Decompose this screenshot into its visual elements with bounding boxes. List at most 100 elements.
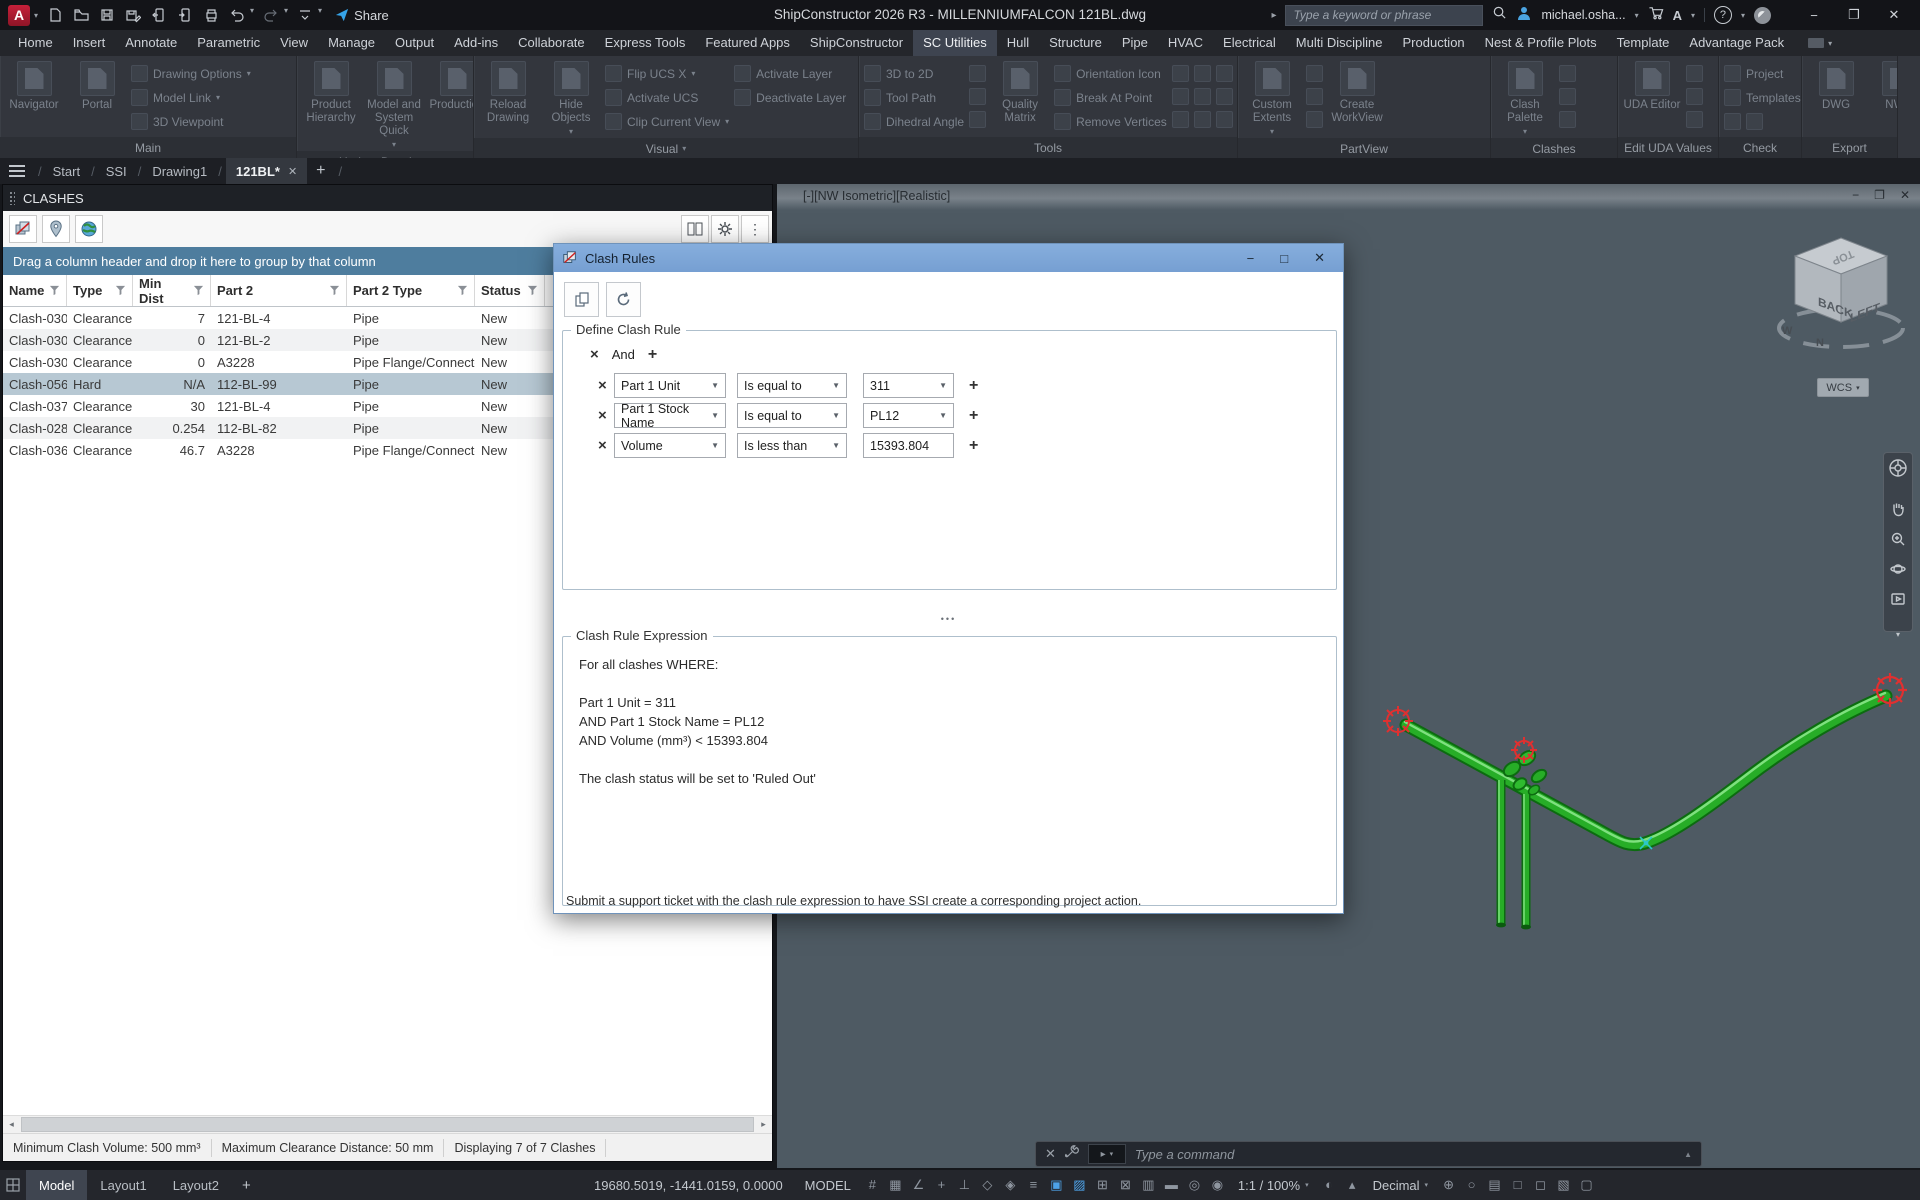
annotation-monitor-icon[interactable]: ○: [1460, 1177, 1483, 1193]
dialog-maximize-button[interactable]: □: [1280, 251, 1288, 266]
ribbon-tab-view[interactable]: View: [270, 30, 318, 56]
scroll-right-icon[interactable]: ▸: [755, 1116, 772, 1133]
autodesk-account-icon[interactable]: A: [1673, 8, 1682, 23]
ribbon-tab-annotate[interactable]: Annotate: [115, 30, 187, 56]
column-header-min-dist[interactable]: Min Dist: [133, 275, 211, 306]
ribbon-button-remove-vertices[interactable]: Remove Vertices: [1054, 111, 1167, 132]
command-close-icon[interactable]: ✕: [1045, 1146, 1056, 1162]
graphics-performance-icon[interactable]: ▧: [1552, 1177, 1575, 1193]
new-layout-button[interactable]: +: [232, 1177, 261, 1194]
annotation-visibility-icon[interactable]: ◐: [1318, 1177, 1341, 1193]
dialog-close-button[interactable]: ✕: [1314, 250, 1325, 266]
ribbon-panel-label-check[interactable]: Check: [1719, 137, 1801, 158]
drawing-tab-start[interactable]: Start: [46, 164, 87, 179]
ribbon-button-drawing-options[interactable]: Drawing Options▾: [131, 63, 251, 84]
quick-properties-icon[interactable]: ▤: [1483, 1177, 1506, 1193]
bring-forward-icon[interactable]: [1194, 88, 1211, 105]
open-file-icon[interactable]: [71, 6, 90, 24]
ribbon-panel-label-main[interactable]: Main: [0, 137, 296, 158]
pan-hand-icon[interactable]: [1890, 501, 1906, 522]
undo-icon[interactable]: [227, 6, 246, 24]
ribbon-button-deactivate-layer[interactable]: Deactivate Layer: [734, 87, 846, 108]
ribbon-button-uda-editor[interactable]: UDA Editor: [1623, 59, 1681, 112]
ribbon-button-break-at-point[interactable]: Break At Point: [1054, 87, 1167, 108]
rule-operator-select[interactable]: Is equal to▼: [737, 373, 847, 398]
redo-caret-icon[interactable]: ▾: [284, 6, 288, 24]
app-menu-caret-icon[interactable]: ▾: [34, 11, 38, 20]
coordinates-readout[interactable]: 19680.5019, -1441.0159, 0.0000: [594, 1178, 795, 1193]
ribbon-tab-hvac[interactable]: HVAC: [1158, 30, 1213, 56]
columns-layout-icon[interactable]: [681, 215, 709, 243]
layout-tab-model[interactable]: Model: [26, 1170, 87, 1200]
close-button[interactable]: ✕: [1874, 0, 1914, 30]
download-transfer-icon[interactable]: [175, 6, 194, 24]
add-rule-button[interactable]: +: [969, 439, 978, 453]
clash-marker-right[interactable]: [1873, 673, 1907, 707]
ribbon-button-clash-palette[interactable]: Clash Palette▾: [1496, 59, 1554, 138]
command-history-scroll-icon[interactable]: ▲: [1684, 1150, 1692, 1159]
send-to-back-icon[interactable]: [1194, 65, 1211, 82]
ribbon-button-3d-viewpoint[interactable]: 3D Viewpoint: [131, 111, 251, 132]
transparency-icon[interactable]: ▥: [1137, 1177, 1160, 1193]
ribbon-button-quality-matrix[interactable]: Quality Matrix: [991, 59, 1049, 125]
recent-commands-dropdown[interactable]: ▸▾: [1088, 1144, 1126, 1164]
ribbon-tab-parametric[interactable]: Parametric: [187, 30, 270, 56]
ribbon-button-nwc[interactable]: NWC: [1870, 59, 1898, 112]
signed-in-user[interactable]: michael.osha...: [1541, 8, 1625, 22]
ribbon-tab-advantage-pack[interactable]: Advantage Pack: [1679, 30, 1794, 56]
ribbon-tab-template[interactable]: Template: [1607, 30, 1680, 56]
ribbon-tab-insert[interactable]: Insert: [63, 30, 116, 56]
ribbon-button-3d-to-2d[interactable]: 3D to 2D: [864, 63, 964, 84]
new-file-icon[interactable]: [45, 6, 64, 24]
dialog-minimize-button[interactable]: −: [1247, 251, 1255, 266]
rule-field-select[interactable]: Part 1 Unit▼: [614, 373, 726, 398]
minimize-button[interactable]: −: [1794, 0, 1834, 30]
ribbon-panel-label-visual[interactable]: Visual▾: [474, 138, 858, 158]
ribbon-tab-featured-apps[interactable]: Featured Apps: [695, 30, 800, 56]
dialog-titlebar[interactable]: Clash Rules − □ ✕: [554, 244, 1343, 272]
ribbon-button-hide-objects[interactable]: Hide Objects▾: [542, 59, 600, 138]
column-header-part-2[interactable]: Part 2: [211, 275, 347, 306]
help-icon[interactable]: ?: [1714, 6, 1732, 24]
save-icon[interactable]: [97, 6, 116, 24]
ortho-mode-icon[interactable]: ⊥: [953, 1177, 976, 1193]
horizontal-scrollbar[interactable]: ◂ ▸: [3, 1115, 772, 1133]
ribbon-tab-electrical[interactable]: Electrical: [1213, 30, 1286, 56]
inspect-zoom-icon[interactable]: [1216, 88, 1233, 105]
dynamic-input-icon[interactable]: +: [930, 1177, 953, 1193]
ribbon-tab-express-tools[interactable]: Express Tools: [595, 30, 696, 56]
user-menu-caret-icon[interactable]: ▾: [1635, 11, 1639, 20]
column-header-type[interactable]: Type: [67, 275, 133, 306]
rule-operator-select[interactable]: Is equal to▼: [737, 403, 847, 428]
layout-quick-icon[interactable]: [0, 1178, 26, 1192]
uda-wrench-icon[interactable]: [1686, 88, 1703, 105]
clashes-panel-titlebar[interactable]: CLASHES: [3, 185, 772, 211]
restore-button[interactable]: ❐: [1834, 0, 1874, 30]
layout-tab-layout2[interactable]: Layout2: [160, 1170, 232, 1200]
ribbon-panel-label-partview[interactable]: PartView: [1238, 138, 1490, 158]
scroll-left-icon[interactable]: ◂: [3, 1116, 20, 1133]
drawing-tab-active[interactable]: 121BL* ✕: [226, 158, 307, 184]
match-props-icon[interactable]: [1194, 111, 1211, 128]
ribbon-tab-shipconstructor[interactable]: ShipConstructor: [800, 30, 913, 56]
grid-icon[interactable]: #: [861, 1177, 884, 1193]
remove-logic-group-button[interactable]: ×: [590, 348, 599, 362]
search-collapse-icon[interactable]: ▸: [1271, 10, 1276, 21]
drawing-tab-ssi[interactable]: SSI: [99, 164, 134, 179]
ribbon-button-activate-ucs[interactable]: Activate UCS: [605, 87, 729, 108]
settings-gear-icon[interactable]: [711, 215, 739, 243]
wcs-dropdown[interactable]: WCS▾: [1817, 378, 1869, 397]
command-input[interactable]: Type a command: [1135, 1147, 1234, 1162]
clash-sphere-icon[interactable]: [1559, 65, 1576, 82]
ribbon-tab-pipe[interactable]: Pipe: [1112, 30, 1158, 56]
command-line[interactable]: ✕ ▸▾ Type a command ▲: [1035, 1141, 1702, 1167]
ribbon-tab-collaborate[interactable]: Collaborate: [508, 30, 595, 56]
ribbon-tab-add-ins[interactable]: Add-ins: [444, 30, 508, 56]
vertex-dots-icon[interactable]: [1172, 111, 1189, 128]
viewcube[interactable]: BACK LEFT TOP W N: [1752, 216, 1920, 376]
uda-tools-icon[interactable]: [1686, 111, 1703, 128]
share-button[interactable]: Share: [335, 8, 389, 23]
new-drawing-tab-button[interactable]: +: [307, 162, 334, 180]
ribbon-button-dwg[interactable]: DWG: [1807, 59, 1865, 112]
frame-image-icon[interactable]: [1216, 111, 1233, 128]
